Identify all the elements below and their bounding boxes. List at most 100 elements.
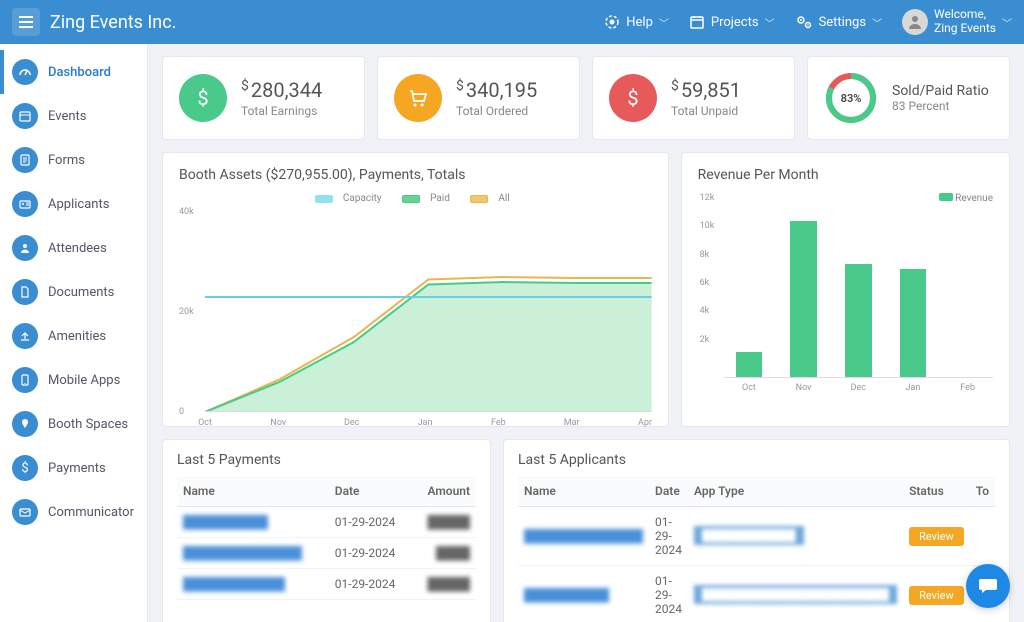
- nav-help[interactable]: Help ﹀: [604, 14, 669, 30]
- x-tick-label: Jan: [906, 383, 921, 393]
- sidebar-label: Dashboard: [48, 65, 111, 80]
- metric-label: Total Earnings: [241, 104, 322, 118]
- metric-ordered: $340,195 Total Ordered: [377, 56, 580, 140]
- booth-chart: 020k40kOctNovDecJanFebMarApr: [205, 212, 652, 412]
- clipboard-icon: [12, 147, 38, 173]
- payment-date: 01-29-2024: [329, 506, 413, 537]
- chevron-down-icon: ﹀: [872, 15, 882, 30]
- panel-title: Revenue Per Month: [698, 167, 993, 183]
- sidebar-item-attendees[interactable]: Attendees: [0, 226, 147, 270]
- ratio-title: Sold/Paid Ratio: [892, 83, 989, 99]
- status-badge[interactable]: Review: [909, 586, 964, 605]
- metric-label: Total Unpaid: [671, 104, 741, 118]
- sidebar-label: Payments: [48, 461, 106, 476]
- col-status[interactable]: Status: [903, 476, 970, 507]
- table-row: ████████████01-29-2024█████: [177, 568, 476, 599]
- nav-projects-label: Projects: [711, 15, 759, 30]
- payment-amount: █████: [428, 515, 471, 529]
- pin-icon: [12, 411, 38, 437]
- col-name[interactable]: Name: [177, 476, 329, 507]
- sidebar-item-booth-spaces[interactable]: Booth Spaces: [0, 402, 147, 446]
- col-date[interactable]: Date: [649, 476, 688, 507]
- payment-name-link[interactable]: ██████████: [183, 515, 268, 529]
- cart-icon: [394, 74, 442, 122]
- nav-settings-label: Settings: [819, 15, 866, 30]
- metric-ratio: 83% Sold/Paid Ratio 83 Percent: [807, 56, 1010, 140]
- y-tick-label: 10k: [700, 221, 715, 231]
- payments-table: Name Date Amount ██████████01-29-2024███…: [177, 476, 476, 600]
- sidebar-item-communicator[interactable]: Communicator: [0, 490, 147, 534]
- table-row: ██████████████01-29-2024████: [177, 537, 476, 568]
- nav-settings[interactable]: Settings ﹀: [795, 14, 882, 30]
- sidebar-item-mobile-apps[interactable]: Mobile Apps: [0, 358, 147, 402]
- chat-bubble[interactable]: [966, 564, 1010, 608]
- sidebar-label: Applicants: [48, 197, 109, 212]
- revenue-bar: Jan: [900, 269, 927, 377]
- nav-user[interactable]: Welcome, Zing Events ﹀: [902, 8, 1012, 36]
- table-row: ██████████ 01-29-2024 █████: [177, 506, 476, 537]
- table-title: Last 5 Payments: [177, 452, 476, 468]
- col-date[interactable]: Date: [329, 476, 413, 507]
- applicant-name-link[interactable]: ██████████████: [524, 529, 643, 543]
- col-name[interactable]: Name: [518, 476, 649, 507]
- y-tick-label: 4k: [700, 306, 710, 316]
- y-tick-label: 6k: [700, 278, 710, 288]
- x-tick-label: Nov: [270, 418, 286, 428]
- sidebar-item-documents[interactable]: Documents: [0, 270, 147, 314]
- sidebar-item-forms[interactable]: Forms: [0, 138, 147, 182]
- sidebar: Dashboard Events Forms Applicants Attend…: [0, 44, 148, 622]
- chevron-down-icon: ﹀: [1002, 15, 1012, 30]
- dollar-icon: $: [12, 455, 38, 481]
- applicant-name-link[interactable]: ██████████: [524, 588, 609, 602]
- status-badge[interactable]: Review: [909, 527, 964, 546]
- sidebar-label: Communicator: [48, 505, 134, 520]
- x-tick-label: Dec: [851, 383, 866, 393]
- chevron-down-icon: ﹀: [765, 15, 775, 30]
- sidebar-item-amenities[interactable]: Amenities: [0, 314, 147, 358]
- metrics-row: $ $280,344 Total Earnings $340,195 Total…: [162, 56, 1010, 140]
- col-apptype[interactable]: App Type: [688, 476, 903, 507]
- col-to[interactable]: To: [970, 476, 995, 507]
- x-tick-label: Feb: [491, 418, 506, 428]
- calendar-icon: [12, 103, 38, 129]
- applicant-date: 01-29-2024: [649, 565, 688, 622]
- sidebar-item-applicants[interactable]: Applicants: [0, 182, 147, 226]
- menu-toggle[interactable]: [12, 8, 40, 36]
- ratio-sub: 83 Percent: [892, 99, 989, 113]
- x-tick-label: Nov: [796, 383, 812, 393]
- x-tick-label: Oct: [198, 418, 212, 428]
- payment-name-link[interactable]: ██████████████: [183, 546, 302, 560]
- metric-earnings: $ $280,344 Total Earnings: [162, 56, 365, 140]
- nav-help-label: Help: [626, 15, 653, 30]
- mail-icon: [12, 499, 38, 525]
- upload-icon: [12, 323, 38, 349]
- x-tick-label: Feb: [960, 383, 975, 393]
- person-icon: [12, 235, 38, 261]
- apptype-badge: ████████████: [694, 526, 804, 545]
- y-tick-label: 8k: [700, 250, 710, 260]
- metric-unpaid: $ $59,851 Total Unpaid: [592, 56, 795, 140]
- ratio-ring: 83%: [824, 71, 878, 125]
- revenue-bar: Oct: [736, 352, 763, 378]
- nav-projects[interactable]: Projects ﹀: [689, 14, 775, 30]
- metric-value: $280,344: [241, 78, 322, 102]
- table-row: ██████████████01-29-2024████████████Revi…: [518, 506, 995, 565]
- sidebar-label: Forms: [48, 153, 85, 168]
- topbar: Zing Events Inc. Help ﹀ Projects ﹀ Setti…: [0, 0, 1024, 44]
- charts-row: Booth Assets ($270,955.00), Payments, To…: [162, 152, 1010, 427]
- chevron-down-icon: ﹀: [659, 15, 669, 30]
- x-tick-label: Oct: [742, 383, 756, 393]
- username-label: Zing Events: [934, 22, 996, 36]
- sidebar-item-events[interactable]: Events: [0, 94, 147, 138]
- x-tick-label: Apr: [638, 418, 652, 428]
- dollar-icon: $: [609, 74, 657, 122]
- id-card-icon: [12, 191, 38, 217]
- booth-chart-panel: Booth Assets ($270,955.00), Payments, To…: [162, 152, 669, 427]
- payment-name-link[interactable]: ████████████: [183, 577, 285, 591]
- sidebar-item-payments[interactable]: $ Payments: [0, 446, 147, 490]
- col-amount[interactable]: Amount: [413, 476, 476, 507]
- sidebar-item-dashboard[interactable]: Dashboard: [0, 50, 147, 94]
- revenue-chart: OctNovDecJanFeb 2k4k6k8k10k12k: [724, 208, 993, 378]
- y-tick-label: 20k: [179, 307, 194, 317]
- avatar: [902, 9, 928, 35]
